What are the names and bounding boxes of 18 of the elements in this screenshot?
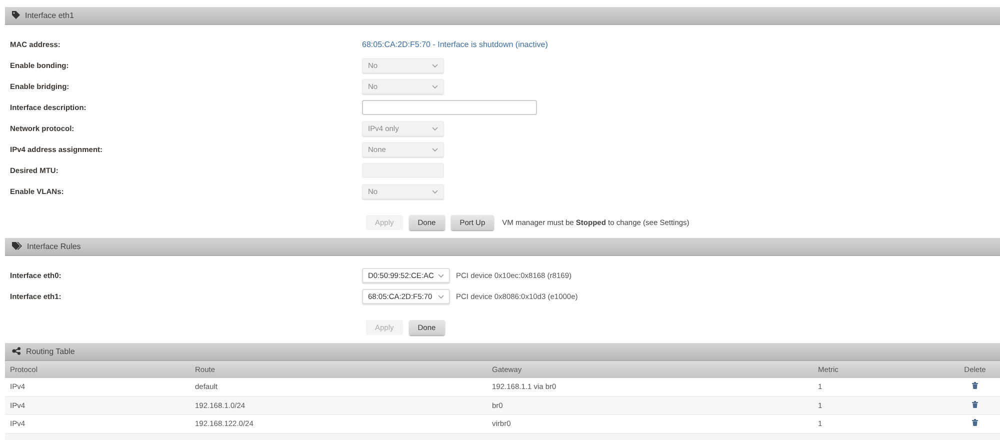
trash-icon[interactable] — [972, 382, 978, 390]
chevron-icon — [432, 190, 438, 194]
chevron-icon — [432, 126, 438, 130]
tags-icon — [12, 242, 22, 250]
tag-icon — [12, 10, 20, 18]
panel-title: Interface eth1 — [25, 11, 74, 20]
panel-title: Interface Rules — [27, 242, 81, 251]
panel-title: Routing Table — [26, 347, 75, 356]
chevron-icon — [432, 84, 438, 88]
share-icon — [12, 346, 21, 354]
trash-icon[interactable] — [972, 400, 978, 408]
mac-address-text: 68:05:CA:2D:F5:70 - Interface is shutdown (inactive) — [362, 40, 548, 49]
chevron-icon — [438, 294, 444, 298]
chevron-icon — [432, 148, 438, 152]
input-field[interactable] — [362, 100, 537, 115]
trash-icon[interactable] — [972, 419, 978, 426]
chevron-icon — [438, 274, 444, 278]
chevron-icon — [432, 64, 438, 68]
